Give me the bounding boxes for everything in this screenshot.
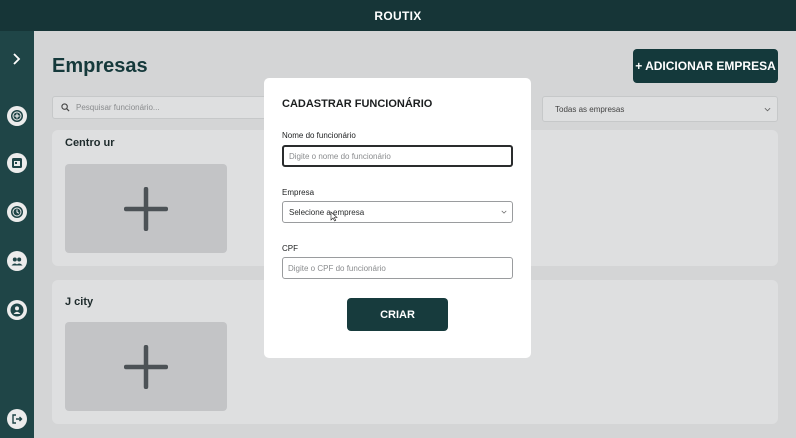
chevron-down-icon [764,107,771,111]
create-button[interactable]: CRIAR [347,298,448,331]
company-select-value: Selecione a empresa [289,207,365,217]
search-icon [61,103,70,112]
chevron-down-icon [501,210,507,214]
sidebar-item-group[interactable] [7,251,27,271]
plus-icon [124,344,168,389]
cpf-label: CPF [282,244,298,253]
add-circle-icon [11,110,23,122]
add-company-button[interactable]: + ADICIONAR EMPRESA [633,49,778,83]
search-input[interactable] [76,103,276,112]
company-select[interactable]: Selecione a empresa [282,201,513,223]
cpf-field[interactable] [282,257,513,279]
company-filter-value: Todas as empresas [555,104,625,114]
add-employee-tile[interactable] [65,164,227,253]
sidebar-item-logout[interactable] [7,409,27,429]
sidebar-item-clock[interactable] [7,202,27,222]
chevron-right-icon[interactable] [9,51,25,67]
calendar-icon [12,158,22,168]
user-icon [10,303,24,317]
company-name: Centro ur [65,137,115,149]
app-title: ROUTIX [374,8,422,23]
sidebar-item-calendar[interactable] [7,153,27,173]
modal-title: CADASTRAR FUNCIONÁRIO [282,98,433,110]
company-name: J city [65,296,94,308]
company-label: Empresa [282,188,315,197]
employee-name-field[interactable] [282,145,513,167]
page-title: Empresas [52,55,148,77]
sidebar-item-add[interactable] [7,106,27,126]
add-employee-tile[interactable] [65,322,227,411]
sidebar [0,31,34,438]
mouse-cursor-icon [330,211,338,222]
plus-icon [124,186,168,231]
top-bar: ROUTIX [0,0,796,31]
group-icon [11,257,23,266]
employee-name-label: Nome do funcionário [282,131,356,140]
search-box[interactable] [52,96,292,119]
company-filter-select[interactable]: Todas as empresas [542,96,778,122]
logout-icon [12,414,23,424]
clock-icon [11,206,23,218]
sidebar-item-user[interactable] [7,300,27,320]
register-employee-modal: CADASTRAR FUNCIONÁRIO Nome do funcionári… [264,78,531,358]
